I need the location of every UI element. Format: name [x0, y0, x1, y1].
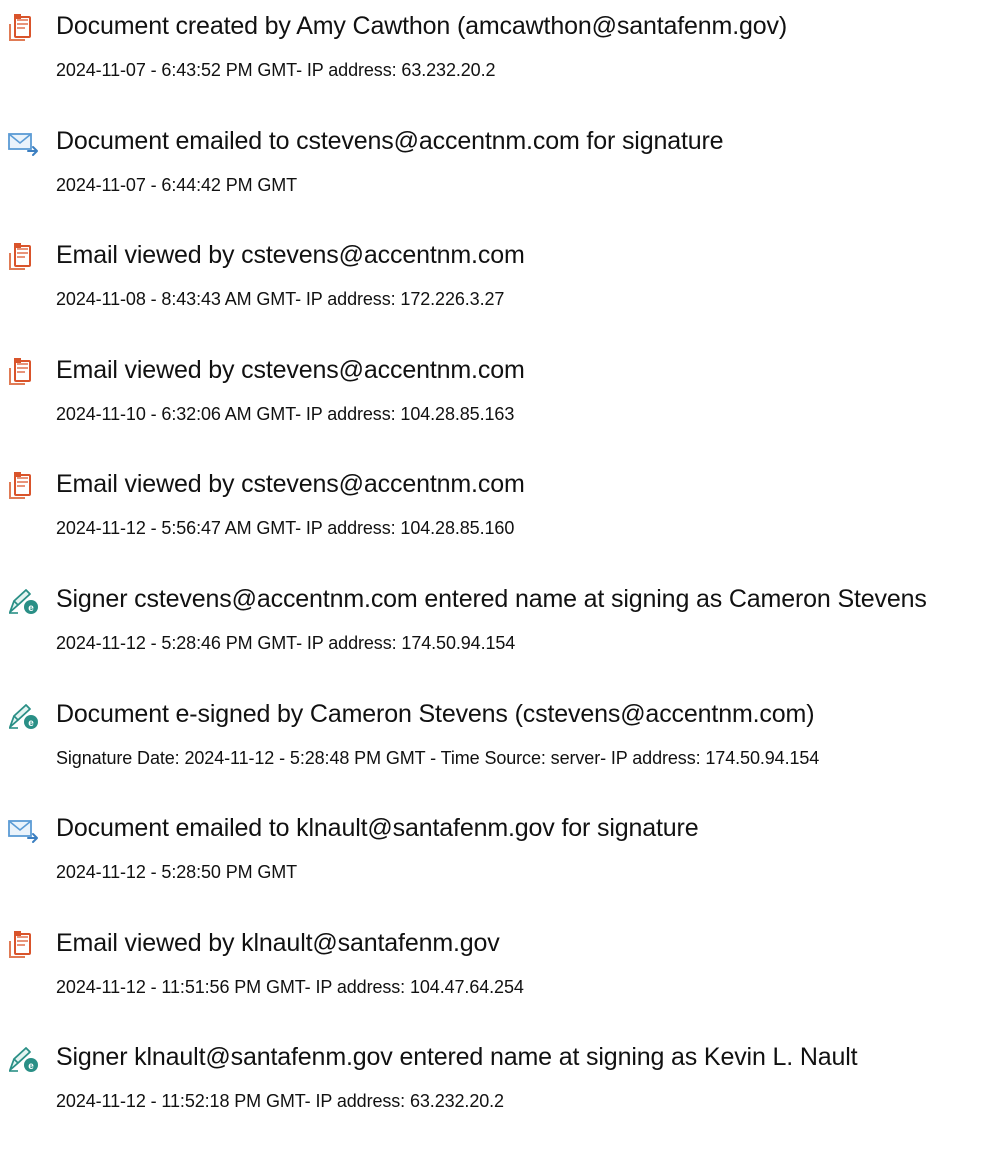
event-detail: Signature Date: 2024-11-12 - 5:28:48 PM … — [56, 747, 820, 768]
event-title: Document e-signed by Cameron Stevens (cs… — [56, 699, 815, 728]
event-detail: 2024-11-08 - 8:43:43 AM GMT- IP address:… — [56, 289, 505, 310]
document-icon — [6, 242, 40, 272]
event-title: Email viewed by cstevens@accentnm.com — [56, 470, 525, 499]
audit-event: Document emailed to cstevens@accentnm.co… — [0, 124, 995, 239]
event-detail: 2024-11-12 - 5:56:47 AM GMT- IP address:… — [56, 518, 515, 539]
signature-pen-icon: e — [6, 701, 40, 731]
event-detail: 2024-11-12 - 11:51:56 PM GMT- IP address… — [56, 976, 524, 997]
event-title: Signer klnault@santafenm.gov entered nam… — [56, 1043, 858, 1072]
audit-event: Email viewed by cstevens@accentnm.com 20… — [0, 353, 995, 468]
document-icon — [6, 13, 40, 43]
event-title: Document emailed to cstevens@accentnm.co… — [56, 126, 724, 155]
document-icon — [6, 471, 40, 501]
signature-pen-icon: e — [6, 1044, 40, 1074]
event-title: Document emailed to klnault@santafenm.go… — [56, 814, 699, 843]
email-send-icon — [6, 815, 40, 845]
event-detail: 2024-11-12 - 5:28:50 PM GMT — [56, 862, 298, 883]
audit-event: Document emailed to klnault@santafenm.go… — [0, 811, 995, 926]
event-title: Email viewed by cstevens@accentnm.com — [56, 241, 525, 270]
audit-event: Document created by Amy Cawthon (amcawth… — [0, 9, 995, 124]
audit-event: Email viewed by cstevens@accentnm.com 20… — [0, 238, 995, 353]
event-detail: 2024-11-12 - 5:28:46 PM GMT- IP address:… — [56, 632, 516, 653]
svg-text:e: e — [28, 718, 34, 729]
event-title: Document created by Amy Cawthon (amcawth… — [56, 12, 788, 40]
audit-event: Email viewed by cstevens@accentnm.com 20… — [0, 467, 995, 582]
document-icon — [6, 357, 40, 387]
svg-text:e: e — [28, 1061, 34, 1072]
event-title: Signer cstevens@accentnm.com entered nam… — [56, 584, 927, 613]
event-title: Email viewed by cstevens@accentnm.com — [56, 355, 525, 384]
signature-pen-icon: e — [6, 586, 40, 616]
audit-event: e Signer cstevens@accentnm.com entered n… — [0, 582, 995, 697]
audit-event: Email viewed by klnault@santafenm.gov 20… — [0, 926, 995, 1041]
event-detail: 2024-11-07 - 6:43:52 PM GMT- IP address:… — [56, 60, 496, 80]
svg-text:e: e — [28, 603, 34, 614]
event-detail: 2024-11-10 - 6:32:06 AM GMT- IP address:… — [56, 403, 515, 424]
audit-event: e Signer klnault@santafenm.gov entered n… — [0, 1040, 995, 1155]
audit-event: e Document e-signed by Cameron Stevens (… — [0, 697, 995, 812]
audit-trail-event-list: Document created by Amy Cawthon (amcawth… — [0, 9, 995, 1155]
event-title: Email viewed by klnault@santafenm.gov — [56, 928, 500, 957]
email-send-icon — [6, 128, 40, 158]
document-icon — [6, 930, 40, 960]
event-detail: 2024-11-12 - 11:52:18 PM GMT- IP address… — [56, 1091, 504, 1112]
event-detail: 2024-11-07 - 6:44:42 PM GMT — [56, 174, 298, 195]
